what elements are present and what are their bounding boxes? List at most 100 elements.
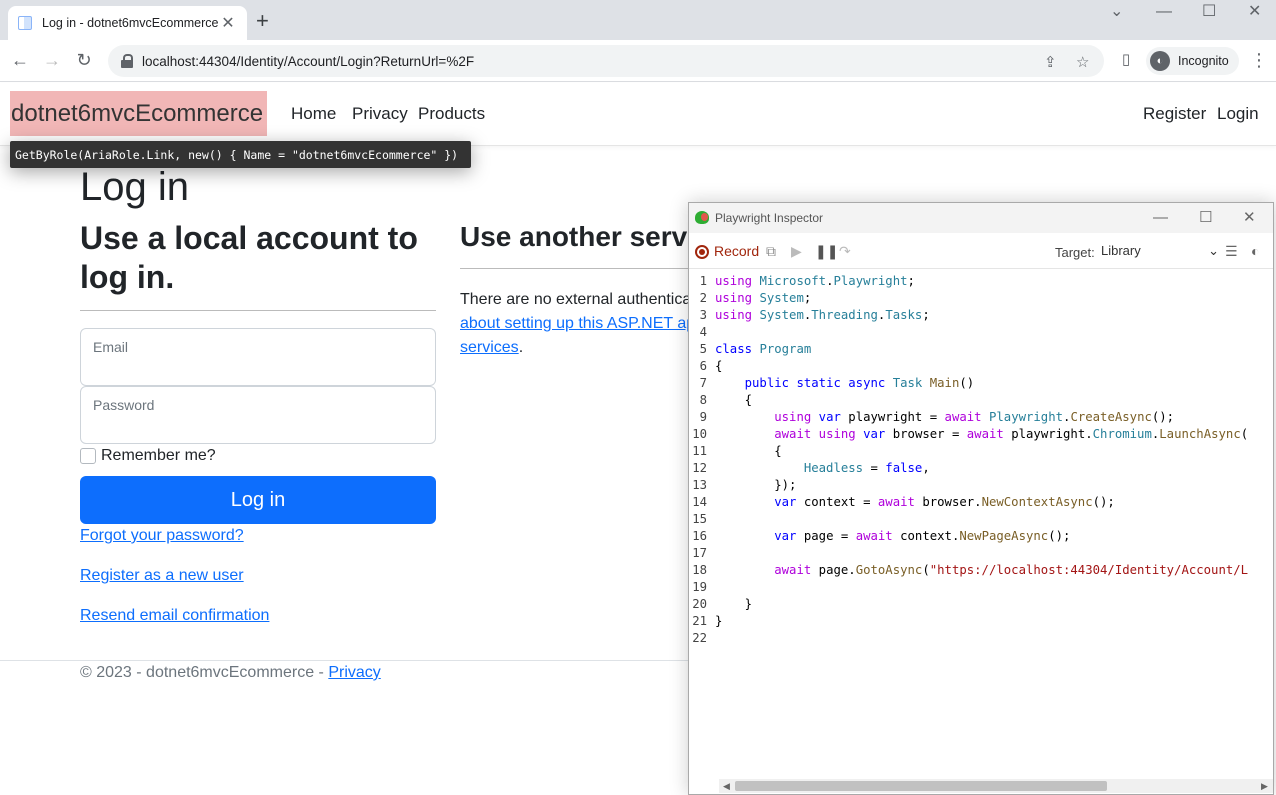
code-token: ;	[907, 274, 915, 288]
bookmark-star-icon[interactable]: ☆	[1076, 53, 1089, 71]
kebab-menu-icon[interactable]: ⋮	[1250, 50, 1268, 71]
minimize-icon[interactable]: —	[1153, 210, 1168, 225]
nav-products-link[interactable]: Products	[418, 104, 485, 124]
code-text: {	[715, 443, 781, 460]
incognito-badge[interactable]: ◐ Incognito	[1146, 47, 1239, 75]
code-text: using Microsoft.Playwright;	[715, 273, 915, 290]
reload-icon[interactable]: ↻	[74, 50, 94, 70]
code-token: false	[885, 461, 923, 475]
divider	[460, 268, 700, 269]
url-text: localhost:44304/Identity/Account/Login?R…	[142, 53, 475, 69]
tab-close-icon[interactable]: ✕	[219, 13, 237, 33]
code-line: 1 using Microsoft.Playwright;	[689, 273, 1273, 290]
code-token: Chromium	[1092, 427, 1152, 441]
footer-copyright: © 2023 - dotnet6mvcEcommerce -	[80, 664, 329, 681]
code-text: }	[715, 596, 752, 613]
wrap-lines-icon[interactable]: ☰	[1225, 243, 1238, 260]
line-number: 2	[699, 291, 707, 305]
code-token: CreateAsync	[1070, 410, 1152, 424]
browser-tab[interactable]: Log in - dotnet6mvcEcommerce ✕	[8, 6, 247, 40]
footer: © 2023 - dotnet6mvcEcommerce - Privacy	[80, 664, 381, 682]
code-editor[interactable]: 1 using Microsoft.Playwright; 2 using Syste…	[689, 273, 1273, 783]
scroll-left-icon[interactable]: ◀	[723, 779, 730, 793]
password-input[interactable]	[81, 387, 435, 443]
record-button-label[interactable]: Record	[714, 243, 759, 259]
share-icon[interactable]: ⇪	[1044, 53, 1057, 71]
resume-icon[interactable]: ▶	[791, 243, 802, 260]
nav-privacy-link[interactable]: Privacy	[352, 104, 408, 124]
arrow-forward-icon[interactable]: →	[42, 50, 62, 70]
code-text: class Program	[715, 341, 811, 358]
footer-privacy-link[interactable]: Privacy	[328, 664, 380, 681]
code-line: 2 using System;	[689, 290, 1273, 307]
code-line: 19	[689, 579, 1273, 596]
code-line: 5 class Program	[689, 341, 1273, 358]
nav-register-link[interactable]: Register	[1143, 104, 1206, 124]
minimize-icon[interactable]: —	[1156, 4, 1172, 20]
line-number: 21	[692, 614, 707, 628]
pause-icon[interactable]: ❚❚	[815, 243, 838, 260]
email-input[interactable]	[81, 329, 435, 385]
code-line: 17	[689, 545, 1273, 562]
side-panel-icon[interactable]: ▯	[1116, 50, 1136, 70]
window-close-icon[interactable]: ✕	[1243, 210, 1256, 225]
code-token: Threading	[811, 308, 878, 322]
page-favicon-icon	[18, 16, 32, 30]
code-token: class	[715, 342, 753, 356]
maximize-icon[interactable]: ☐	[1202, 4, 1216, 20]
external-setup-link[interactable]: about setting up this ASP.NET ap	[460, 315, 695, 332]
divider	[80, 310, 436, 311]
arrow-back-icon[interactable]: ←	[10, 50, 30, 70]
line-number: 20	[692, 597, 707, 611]
copy-icon[interactable]: ⧉	[766, 243, 776, 260]
resend-confirmation-link[interactable]: Resend email confirmation	[80, 607, 269, 625]
code-token: static	[796, 376, 841, 390]
record-icon[interactable]	[695, 245, 709, 259]
code-token: var	[863, 427, 886, 441]
code-line: 7 public static async Task Main()	[689, 375, 1273, 392]
nav-home-link[interactable]: Home	[291, 104, 336, 124]
horizontal-scrollbar[interactable]: ◀ ▶	[719, 779, 1273, 793]
forgot-password-link[interactable]: Forgot your password?	[80, 527, 244, 545]
tab-title: Log in - dotnet6mvcEcommerce	[42, 16, 219, 30]
code-token: Microsoft	[759, 274, 827, 288]
line-number: 5	[699, 342, 707, 356]
tab-search-icon[interactable]: ⌄	[1110, 4, 1123, 20]
window-close-icon[interactable]: ✕	[1248, 4, 1261, 20]
code-token: NewPageAsync	[959, 529, 1049, 543]
incognito-label: Incognito	[1178, 54, 1229, 68]
code-token: ;	[803, 291, 812, 305]
code-token: Headless	[803, 461, 864, 475]
lock-icon[interactable]	[120, 54, 134, 68]
register-link[interactable]: Register as a new user	[80, 567, 244, 585]
code-token: using	[715, 308, 753, 322]
code-token: Main	[929, 376, 960, 390]
code-text: {	[715, 358, 722, 375]
new-tab-icon[interactable]: +	[256, 10, 269, 32]
target-select[interactable]: Library ⌄	[1101, 243, 1219, 259]
remember-me: Remember me?	[80, 447, 216, 465]
scrollbar-thumb[interactable]	[735, 781, 1107, 791]
code-text: }	[715, 613, 722, 630]
login-submit-button[interactable]: Log in	[80, 476, 436, 524]
code-line: 21}	[689, 613, 1273, 630]
code-line: 12 Headless = false,	[689, 460, 1273, 477]
line-number: 19	[692, 580, 707, 594]
nav-login-link[interactable]: Login	[1217, 104, 1259, 124]
remember-me-checkbox[interactable]	[80, 448, 96, 464]
locator-tooltip: GetByRole(AriaRole.Link, new() { Name = …	[10, 141, 471, 168]
scroll-right-icon[interactable]: ▶	[1261, 779, 1268, 793]
external-services-link[interactable]: services	[460, 339, 519, 356]
address-bar[interactable]: localhost:44304/Identity/Account/Login?R…	[108, 45, 1104, 77]
code-token: GotoAsync	[855, 563, 923, 577]
code-text: var page = await context.NewPageAsync();	[715, 528, 1070, 545]
maximize-icon[interactable]: ☐	[1199, 210, 1212, 225]
code-token: LaunchAsync	[1159, 427, 1241, 441]
brand-link[interactable]: dotnet6mvcEcommerce	[10, 91, 267, 136]
theme-toggle-icon[interactable]: ◐	[1251, 243, 1259, 259]
step-over-icon[interactable]: ↷	[839, 243, 851, 260]
code-token: public	[744, 376, 790, 390]
inspector-titlebar: Playwright Inspector — ☐ ✕	[689, 203, 1273, 233]
